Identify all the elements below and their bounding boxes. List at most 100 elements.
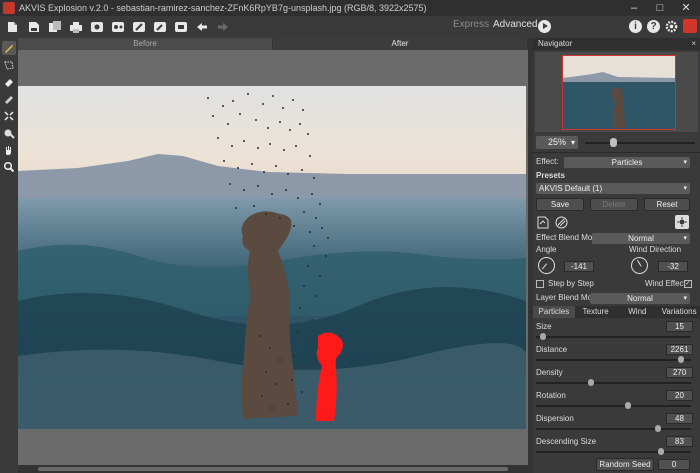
navigator-thumbnail[interactable]	[562, 55, 676, 130]
angle-value[interactable]: -141	[564, 261, 594, 272]
texture-icon[interactable]	[555, 216, 568, 229]
settings-icon[interactable]	[131, 19, 147, 35]
info-icon[interactable]: i	[629, 20, 642, 33]
run-icon[interactable]	[538, 20, 551, 33]
maximize-icon[interactable]: □	[654, 1, 666, 15]
rotation-value[interactable]: 20	[666, 390, 693, 401]
crop-icon[interactable]	[2, 109, 16, 123]
zoom-select[interactable]: 25%	[536, 136, 578, 149]
dispersion-label: Dispersion	[536, 414, 574, 423]
slider-track[interactable]	[536, 405, 691, 407]
zoom-icon[interactable]	[2, 160, 16, 174]
navigator-header: Navigator ×	[533, 38, 700, 50]
slider-handle[interactable]	[658, 448, 665, 455]
tab-particles[interactable]: Particles	[533, 306, 575, 318]
minimize-icon[interactable]: –	[628, 1, 640, 15]
lasso-icon[interactable]	[2, 58, 16, 72]
distance-slider[interactable]: Distance 2261	[533, 342, 700, 365]
wind-direction-dial[interactable]	[627, 253, 652, 278]
save-preset-button[interactable]: Save	[536, 198, 584, 211]
guide-icon[interactable]	[2, 92, 16, 106]
open-icon[interactable]	[5, 19, 21, 35]
dispersion-value[interactable]: 48	[666, 413, 693, 424]
zoom-slider[interactable]	[585, 142, 695, 144]
undo-icon[interactable]	[194, 19, 210, 35]
tab-after[interactable]: After	[273, 38, 528, 50]
scroll-thumb[interactable]	[38, 467, 508, 471]
result-image	[18, 86, 526, 429]
slider-track[interactable]	[536, 451, 691, 453]
effect-select[interactable]: Particles	[564, 157, 690, 168]
hand-icon[interactable]	[2, 143, 16, 157]
blend-row: Effect Blend Mode Normal	[533, 231, 700, 245]
advanced-mode-button[interactable]: Advanced	[493, 19, 537, 30]
print-icon[interactable]	[68, 19, 84, 35]
batch-icon[interactable]	[47, 19, 63, 35]
help-icon[interactable]: ?	[647, 20, 660, 33]
save-icon[interactable]	[26, 19, 42, 35]
step-by-step-checkbox[interactable]	[536, 280, 544, 288]
distance-value[interactable]: 2261	[666, 344, 693, 355]
random-seed-value[interactable]: 0	[658, 459, 690, 470]
express-mode-button[interactable]: Express	[453, 19, 489, 30]
export-icon[interactable]	[110, 19, 126, 35]
slider-handle[interactable]	[655, 425, 662, 432]
density-slider[interactable]: Density 270	[533, 365, 700, 388]
reset-preset-button[interactable]: Reset	[644, 198, 690, 211]
navigator-close-icon[interactable]: ×	[691, 38, 696, 50]
wind-effect-label: Wind Effect	[645, 279, 686, 288]
navigator-title: Navigator	[538, 39, 573, 48]
slider-track[interactable]	[536, 336, 691, 338]
size-value[interactable]: 15	[666, 321, 693, 332]
slider-handle[interactable]	[540, 333, 547, 340]
slider-handle[interactable]	[677, 356, 684, 363]
random-seed-button[interactable]: Random Seed	[596, 458, 654, 471]
preset-select[interactable]: AKVIS Default (1)	[536, 183, 690, 194]
redo-icon	[215, 19, 231, 35]
descending-size-slider[interactable]: Descending Size 83	[533, 434, 700, 457]
effect-brush-icon[interactable]	[2, 126, 16, 140]
tab-texture[interactable]: Texture	[575, 306, 617, 318]
delete-preset-button: Delete	[590, 198, 638, 211]
share-icon[interactable]	[89, 19, 105, 35]
rotation-slider[interactable]: Rotation 20	[533, 388, 700, 411]
slider-handle[interactable]	[588, 379, 595, 386]
tab-variations[interactable]: Variations	[658, 306, 700, 318]
slider-track[interactable]	[536, 382, 691, 384]
tab-wind[interactable]: Wind	[617, 306, 659, 318]
gift-icon[interactable]	[683, 19, 697, 33]
eraser-tool-icon[interactable]	[2, 75, 16, 89]
close-icon[interactable]: ✕	[680, 1, 692, 15]
horizontal-scrollbar[interactable]	[18, 465, 528, 473]
image-canvas[interactable]	[18, 50, 528, 465]
slider-track[interactable]	[536, 428, 691, 430]
slider-handle[interactable]	[625, 402, 632, 409]
selection-brush-icon[interactable]	[2, 41, 16, 55]
angle-dial[interactable]	[534, 253, 559, 278]
distance-label: Distance	[536, 345, 568, 354]
zoom-slider-handle[interactable]	[610, 138, 617, 147]
blend-select[interactable]: Normal	[592, 233, 690, 244]
navigator-preview[interactable]	[535, 52, 698, 132]
density-value[interactable]: 270	[666, 367, 693, 378]
document-icon[interactable]	[537, 216, 549, 229]
wind-effect-checkbox[interactable]: ✓	[684, 280, 692, 288]
app-logo-icon	[3, 2, 15, 14]
wind-direction-value[interactable]: -32	[658, 261, 688, 272]
app-window: AKVIS Explosion v.2.0 - sebastian-ramire…	[0, 0, 700, 473]
layer-blend-select[interactable]: Normal	[590, 293, 690, 304]
size-label: Size	[536, 322, 552, 331]
tools-panel	[0, 38, 18, 473]
size-slider[interactable]: Size 15	[533, 319, 700, 342]
tab-before[interactable]: Before	[18, 38, 273, 50]
burst-icon[interactable]	[675, 215, 689, 229]
slider-track[interactable]	[536, 359, 691, 361]
eraser-icon[interactable]	[173, 19, 189, 35]
dispersion-slider[interactable]: Dispersion 48	[533, 411, 700, 434]
rotation-label: Rotation	[536, 391, 566, 400]
preferences-icon[interactable]	[665, 20, 678, 33]
density-label: Density	[536, 368, 563, 377]
descending-size-value[interactable]: 83	[666, 436, 693, 447]
checkbox-row: Step by Step Wind Effect ✓	[533, 277, 700, 291]
brush-icon[interactable]	[152, 19, 168, 35]
